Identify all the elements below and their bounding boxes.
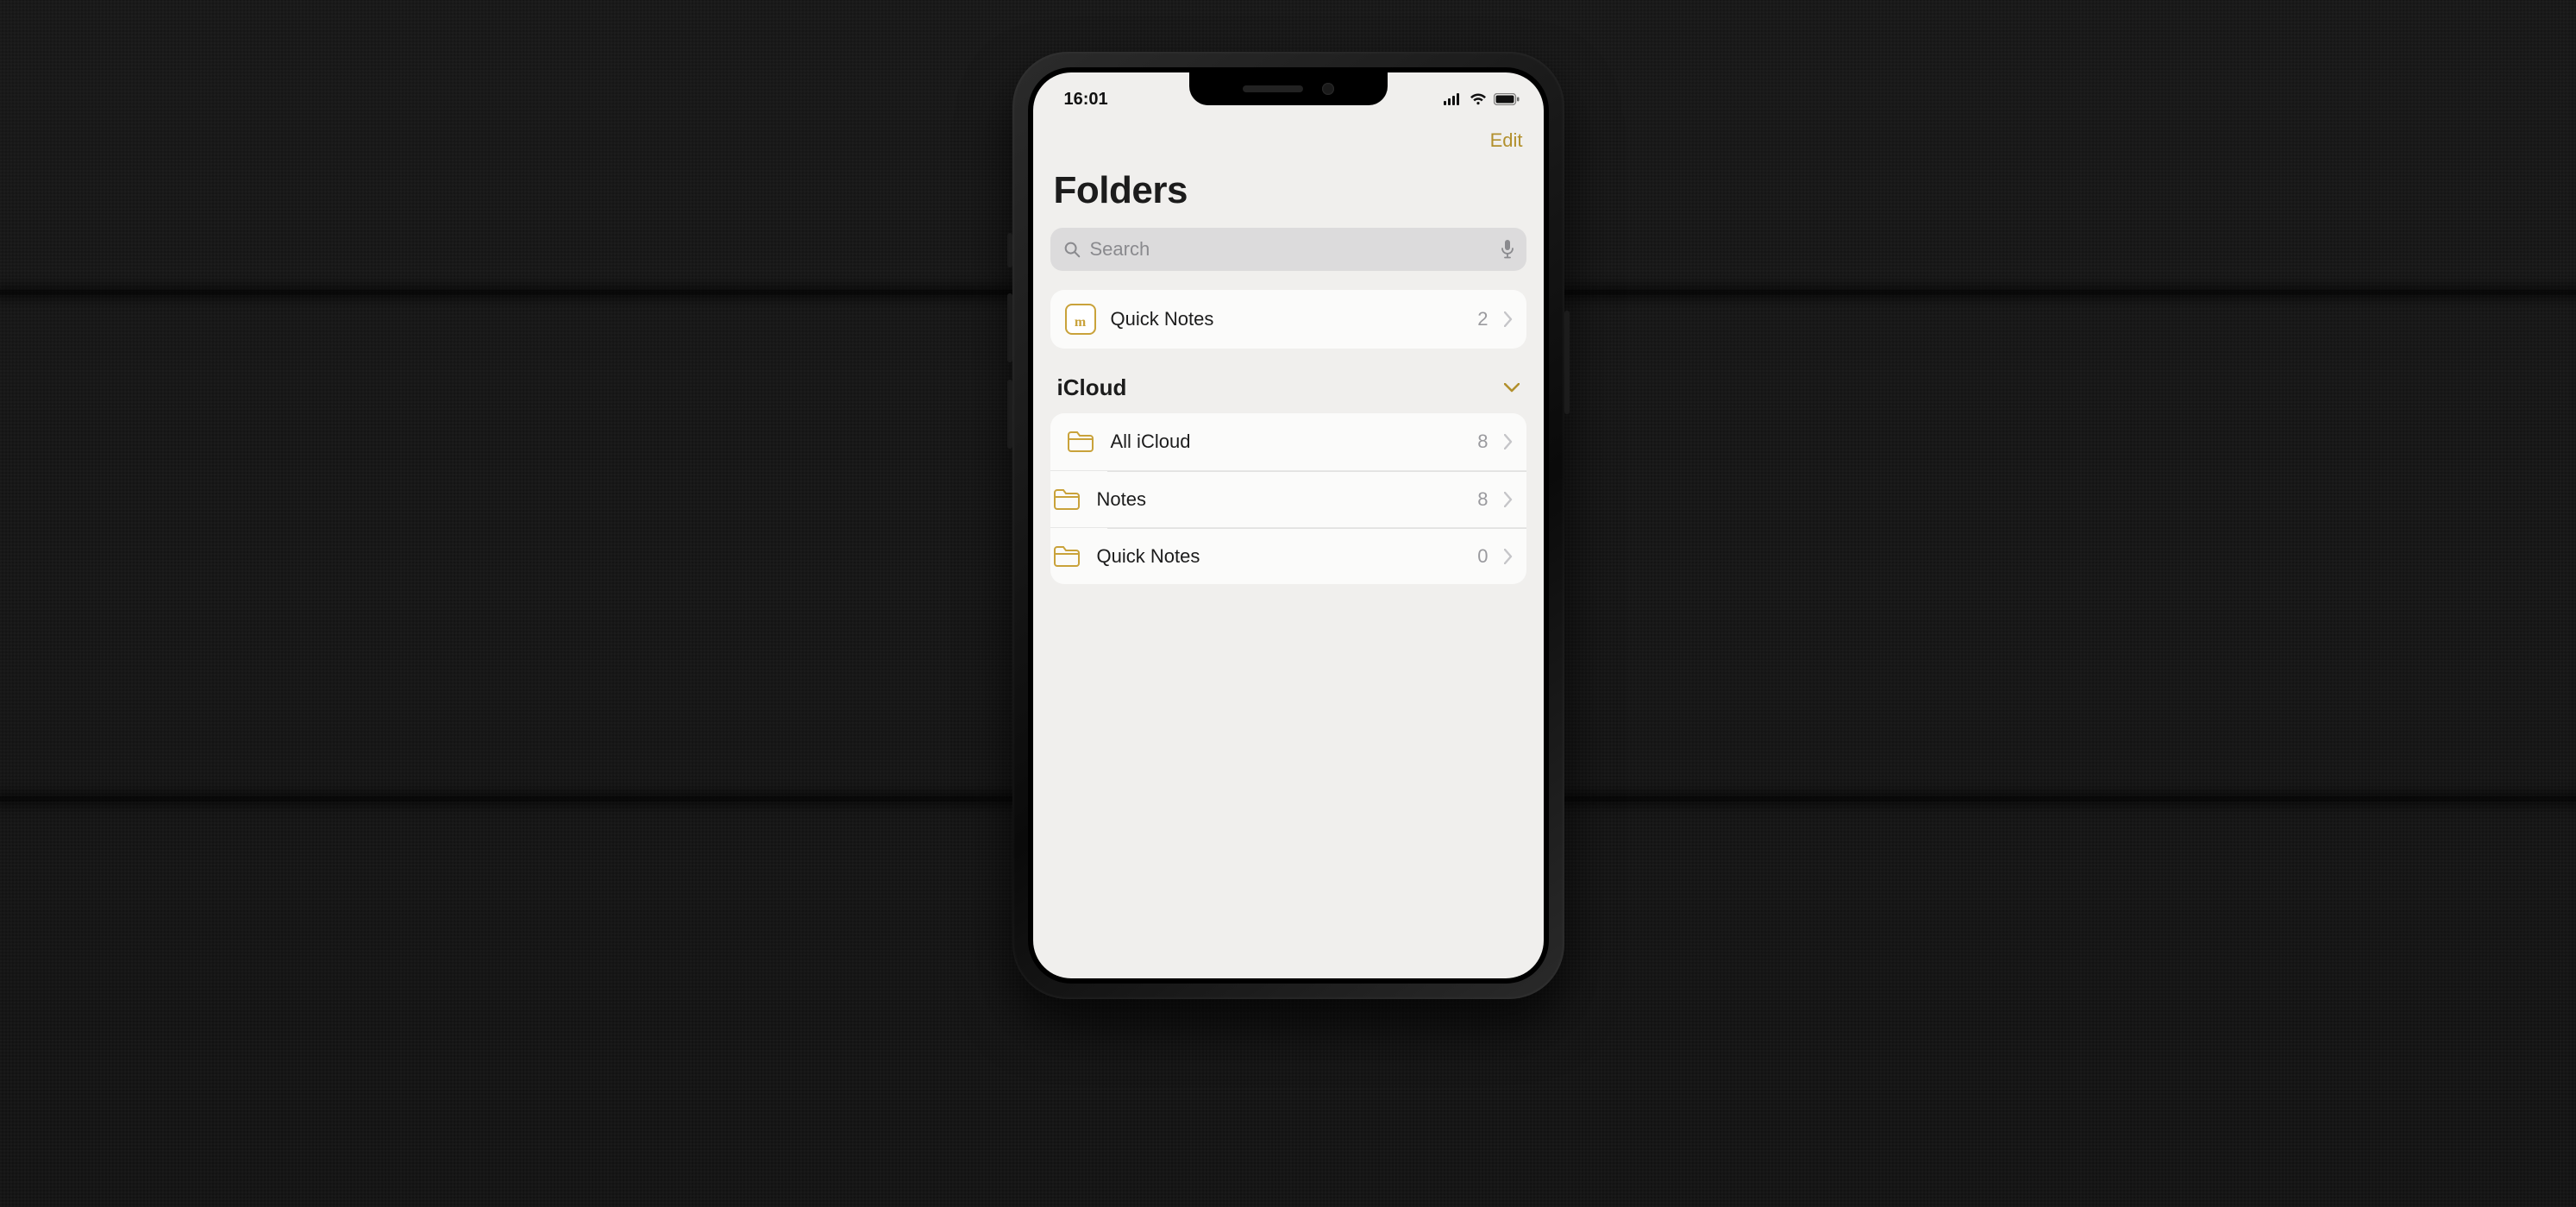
chevron-right-icon (1504, 549, 1513, 564)
folder-label: Quick Notes (1097, 545, 1464, 568)
folder-icon (1066, 430, 1095, 454)
quick-notes-card: m Quick Notes 2 (1050, 290, 1526, 349)
cellular-icon (1444, 93, 1463, 105)
quick-notes-row[interactable]: m Quick Notes 2 (1050, 290, 1526, 349)
search-field[interactable]: Search (1050, 228, 1526, 271)
status-time: 16:01 (1064, 90, 1108, 110)
earpiece-speaker (1243, 85, 1303, 92)
search-placeholder: Search (1090, 238, 1492, 261)
chevron-right-icon (1504, 434, 1513, 449)
quick-notes-count: 2 (1477, 308, 1488, 330)
page-title: Folders (1033, 157, 1544, 228)
folder-row-quick-notes[interactable]: Quick Notes 0 (1050, 527, 1526, 584)
folder-label: Notes (1097, 488, 1464, 511)
front-camera (1322, 83, 1334, 95)
volume-up-button (1007, 293, 1012, 362)
icloud-folders-card: All iCloud 8 (1050, 413, 1526, 584)
edit-button[interactable]: Edit (1490, 129, 1523, 152)
wifi-icon (1470, 93, 1487, 105)
section-header-icloud[interactable]: iCloud (1033, 371, 1544, 413)
folder-count: 8 (1477, 488, 1488, 511)
dictate-icon[interactable] (1501, 239, 1514, 260)
folder-icon (1052, 487, 1081, 512)
folder-icon (1052, 544, 1081, 569)
folder-count: 8 (1477, 431, 1488, 453)
battery-icon (1494, 93, 1520, 105)
power-button (1564, 311, 1570, 414)
folder-row-notes[interactable]: Notes 8 (1050, 470, 1526, 527)
folder-label: All iCloud (1111, 431, 1464, 453)
quick-notes-label: Quick Notes (1111, 308, 1464, 330)
phone-frame: 16:01 (1012, 52, 1564, 999)
mute-switch (1007, 233, 1012, 267)
notch (1189, 72, 1388, 105)
section-title: iCloud (1057, 374, 1127, 401)
search-icon (1062, 240, 1081, 259)
quick-notes-icon: m (1065, 304, 1096, 335)
volume-down-button (1007, 380, 1012, 449)
folder-count: 0 (1477, 545, 1488, 568)
nav-bar: Edit (1033, 114, 1544, 157)
chevron-right-icon (1504, 311, 1513, 327)
chevron-down-icon (1504, 383, 1520, 393)
screen: 16:01 (1033, 72, 1544, 978)
folder-row-all-icloud[interactable]: All iCloud 8 (1050, 413, 1526, 470)
chevron-right-icon (1504, 492, 1513, 507)
